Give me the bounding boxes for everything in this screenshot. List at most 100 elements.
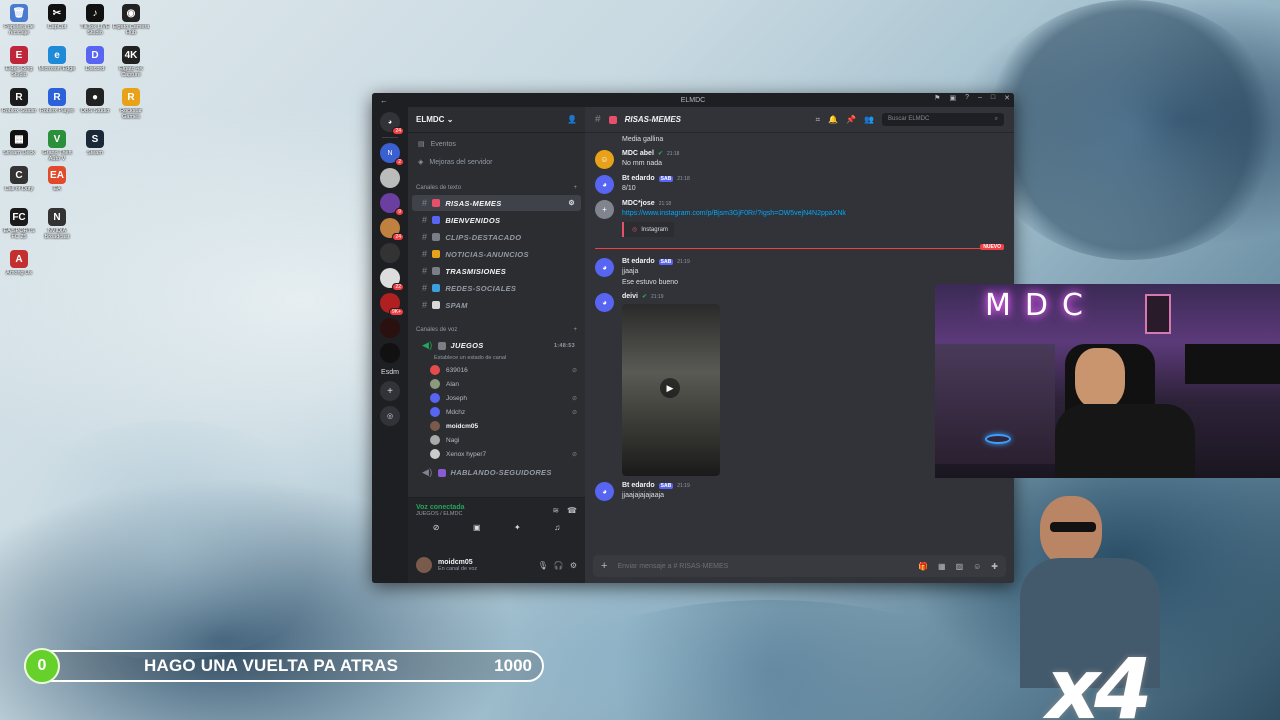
author-name[interactable]: MDC*jose [622,200,655,207]
desktop-icon[interactable]: ✂ CapCut [38,4,76,36]
text-channel[interactable]: # REDES-SOCIALES [412,280,581,296]
headphones-icon[interactable]: 🎧 [554,561,564,570]
microphone-icon[interactable]: 🎙 [538,561,548,570]
message[interactable]: ☺ MDC abel ✔ 21:18 No mm nada [585,147,1014,172]
add-attachment-icon[interactable]: + [601,560,607,572]
members-icon[interactable]: 👥 [864,115,874,124]
author-name[interactable]: deivi [622,293,638,300]
screen-share-icon[interactable]: ▣ [473,523,481,532]
desktop-icon[interactable]: EA EA [38,166,76,198]
voice-user[interactable]: Mdchz ⊘ [408,405,585,419]
message-link[interactable]: https://www.instagram.com/p/Bjsm3GjF0Rr/… [622,209,1004,218]
desktop-icon[interactable]: ◉ Elgato Camera Hub [112,4,150,36]
server-icon[interactable]: 24 [380,218,404,241]
pin-icon[interactable]: 📌 [846,115,856,124]
avatar[interactable]: ◕ [595,482,614,501]
folder-label[interactable]: Esdm [372,369,408,376]
desktop-icon[interactable]: A Among Us [0,250,38,282]
sticker-icon[interactable]: ▨ [956,562,964,571]
desktop-icon[interactable]: E Elden Ring Studio [0,46,38,78]
desktop-icon[interactable]: 🗑 Papelera de reciclaje [0,4,38,36]
desktop-icon[interactable]: 4K Elgato 4K Capture [112,46,150,78]
add-member-icon[interactable]: 👤 [567,115,577,124]
desktop-icon[interactable]: FC EA SPORTS FC 25 [0,208,38,240]
server-icon[interactable]: 9 [380,193,404,216]
message[interactable]: ◕ Bt edardo SAB 21:19 jjaajajajajaaja [585,479,1014,504]
desktop-icon[interactable]: S Steam [76,130,114,162]
author-name[interactable]: Bt edardo [622,175,655,182]
search-input[interactable]: Buscar ELMDC ⌕ [882,113,1004,126]
voice-user[interactable]: Xenox hyper7 ⊘ [408,447,585,461]
voice-status[interactable]: Establece un estado de canal [408,355,585,363]
avatar[interactable]: + [595,200,614,219]
desktop-icon[interactable]: D Discord [76,46,114,78]
gif-icon[interactable]: ▦ [938,562,946,571]
desktop-icon[interactable]: N NVIDIA Broadcast [38,208,76,240]
server-icon[interactable]: 9K+ [380,293,404,316]
desktop-icon[interactable]: ● OBS Studio [76,88,114,120]
discover-icon[interactable]: ◎ [380,406,400,426]
voice-user[interactable]: Alan [408,377,585,391]
inbox-icon[interactable]: ⚑ [934,94,940,102]
help-icon[interactable]: ? [965,94,969,102]
gift-icon[interactable]: 🎁 [918,562,928,571]
disconnect-icon[interactable]: ☎ [567,506,577,515]
server-header[interactable]: ELMDC ⌄ 👤 [408,107,585,133]
video-attachment[interactable]: ▶ [622,304,720,476]
screen-icon[interactable]: ▣ [949,94,956,102]
server-icon[interactable]: N2 [380,143,404,166]
voice-user[interactable]: 639016 ⊘ [408,363,585,377]
add-server-icon[interactable]: + [380,381,400,401]
avatar[interactable]: ☺ [595,150,614,169]
gear-icon[interactable]: ⚙ [568,199,575,207]
avatar[interactable]: ◕ [595,175,614,194]
author-name[interactable]: MDC abel [622,150,654,157]
play-icon[interactable]: ▶ [660,378,680,398]
apps-icon[interactable]: ✚ [991,562,998,571]
server-icon[interactable] [380,243,400,263]
soundboard-icon[interactable]: ♫ [554,523,560,532]
link-embed[interactable]: ◎ Instagram [622,222,674,237]
server-icon[interactable] [380,168,400,188]
server-icon[interactable] [380,343,400,363]
nav-events[interactable]: ▤ Eventos [408,135,585,153]
voice-channel-juegos[interactable]: ◀) JUEGOS 1:48:53 [412,337,581,354]
text-channel[interactable]: # NOTICIAS-ANUNCIOS [412,246,581,262]
desktop-icon[interactable]: ♪ TikTok LIVE Studio [76,4,114,36]
server-icon[interactable] [380,318,400,338]
desktop-icon[interactable]: R Roblox Player [38,88,76,120]
close-icon[interactable]: ✕ [1004,94,1010,102]
voice-channel-hablando[interactable]: ◀) HABLANDO-SEGUIDORES [412,464,581,481]
message-composer[interactable]: + Enviar mensaje a # RISAS-MEMES 🎁 ▦ ▨ ☺… [593,555,1006,577]
text-channel[interactable]: # TRASMISIONES [412,263,581,279]
maximize-icon[interactable]: □ [991,94,995,102]
voice-user[interactable]: Nagi [408,433,585,447]
back-arrow-icon[interactable]: ← [380,96,388,105]
author-name[interactable]: Bt edardo [622,482,655,489]
add-channel-icon[interactable]: + [573,327,577,333]
voice-connected-label[interactable]: Voz conectada [416,504,465,511]
message[interactable]: ◕ Bt edardo SAB 21:18 8/10 [585,172,1014,197]
author-name[interactable]: Bt edardo [622,258,655,265]
text-channel[interactable]: # CLIPS-DESTACADO [412,229,581,245]
server-icon[interactable]: 22 [380,268,404,291]
text-channel[interactable]: # SPAM [412,297,581,313]
desktop-icon[interactable]: V Grand Theft Auto V [38,130,76,162]
activities-icon[interactable]: ✦ [514,523,521,532]
add-channel-icon[interactable]: + [573,185,577,191]
text-channel[interactable]: # RISAS-MEMES ⚙ [412,195,581,211]
voice-category[interactable]: Canales de voz + [408,319,585,336]
emoji-icon[interactable]: ☺ [973,562,981,571]
text-category[interactable]: Canales de texto + [408,177,585,194]
desktop-icon[interactable]: e Microsoft Edge [38,46,76,78]
message[interactable]: + MDC*jose 21:18 https://www.instagram.com/… [585,197,1014,240]
desktop-icon[interactable]: R Rockstar Games [112,88,150,120]
desktop-icon[interactable]: ▦ Stream Deck [0,130,38,162]
voice-user[interactable]: Joseph ⊘ [408,391,585,405]
gear-icon[interactable]: ⚙ [570,561,577,570]
dm-home-icon[interactable]: ◕ 24 [380,112,404,135]
camera-off-icon[interactable]: ⊘ [433,523,440,532]
avatar[interactable]: ◕ [595,258,614,277]
message[interactable]: Media gallina [585,133,1014,147]
desktop-icon[interactable]: R Roblox Studio [0,88,38,120]
